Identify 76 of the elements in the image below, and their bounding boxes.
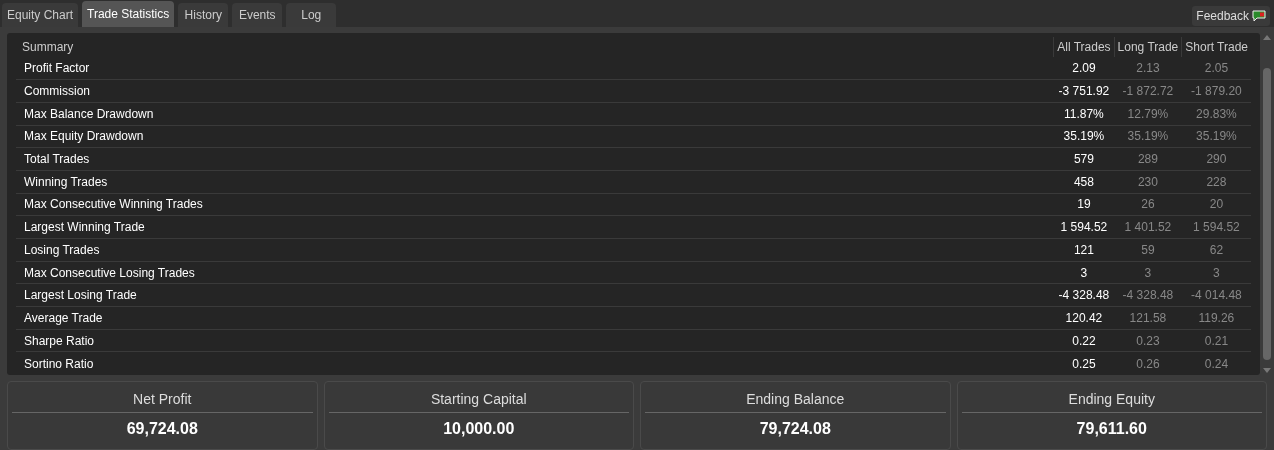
row-label: Max Consecutive Winning Trades (16, 193, 1054, 216)
scroll-up-icon[interactable] (1263, 35, 1271, 40)
table-cell: 458 (1053, 170, 1115, 194)
table-cell: 35.19% (1181, 125, 1251, 148)
table-cell: 121 (1053, 238, 1115, 262)
table-cell: 3 (1114, 261, 1182, 284)
table-cell: 1 594.52 (1053, 215, 1115, 239)
tab[interactable]: Log (286, 3, 337, 27)
tab[interactable]: History (178, 3, 229, 27)
row-label: Max Balance Drawdown (16, 102, 1054, 126)
row-label: Largest Winning Trade (16, 215, 1054, 239)
table-cell: 3 (1053, 261, 1115, 284)
column-header: Long Trade (1114, 37, 1182, 57)
tab[interactable]: Trade Statistics (82, 1, 175, 27)
table-cell: -4 328.48 (1114, 283, 1182, 307)
card-title: Ending Balance (645, 386, 946, 413)
table-cell: -1 879.20 (1181, 79, 1251, 103)
table-cell: 19 (1053, 193, 1115, 216)
table-cell: 62 (1181, 238, 1251, 262)
card-title: Ending Equity (961, 386, 1262, 413)
table-cell: 290 (1181, 147, 1251, 171)
card-value: 69,724.08 (125, 419, 199, 439)
row-label: Losing Trades (16, 238, 1054, 262)
card-title: Net Profit (12, 386, 313, 413)
card-value: 79,611.60 (1075, 419, 1148, 439)
card-value: 79,724.08 (758, 419, 832, 439)
table-cell: 119.26 (1181, 306, 1251, 330)
table-cell: 0.26 (1114, 351, 1182, 375)
row-label: Sortino Ratio (16, 351, 1054, 375)
row-label: Total Trades (16, 147, 1054, 171)
table-cell: 20 (1181, 193, 1251, 216)
tab[interactable]: Equity Chart (2, 3, 79, 27)
table-cell: 0.23 (1114, 329, 1182, 352)
column-header: Short Trade (1181, 37, 1251, 57)
table-cell: 579 (1053, 147, 1115, 171)
table-cell: 3 (1181, 261, 1251, 284)
speech-bubble-icon (1252, 9, 1266, 22)
table-cell: 35.19% (1114, 125, 1182, 148)
table-cell: -3 751.92 (1053, 79, 1115, 103)
table-cell: 26 (1114, 193, 1182, 216)
table-cell: 2.13 (1114, 57, 1182, 80)
column-header: Summary (16, 37, 1054, 57)
table-cell: 35.19% (1053, 125, 1115, 148)
tab[interactable]: Events (232, 3, 283, 27)
table-cell: 1 594.52 (1181, 215, 1251, 239)
table-cell: -4 328.48 (1053, 283, 1115, 307)
row-label: Max Consecutive Losing Trades (16, 261, 1054, 284)
table-cell: 228 (1181, 170, 1251, 194)
table-cell: 0.22 (1053, 329, 1115, 352)
row-label: Profit Factor (16, 57, 1054, 80)
table-cell: 0.21 (1181, 329, 1251, 352)
table-cell: 1 401.52 (1114, 215, 1182, 239)
row-label: Commission (16, 79, 1054, 103)
table-cell: 11.87% (1053, 102, 1115, 126)
card-value: 10,000.00 (442, 419, 516, 439)
table-cell: -4 014.48 (1181, 283, 1251, 307)
table-cell: 0.24 (1181, 351, 1251, 375)
row-label: Max Equity Drawdown (16, 125, 1054, 148)
table-cell: 289 (1114, 147, 1182, 171)
table-cell: 2.05 (1181, 57, 1251, 80)
table-cell: 2.09 (1053, 57, 1115, 80)
table-cell: 0.25 (1053, 351, 1115, 375)
table-cell: 29.83% (1181, 102, 1251, 126)
table-cell: 120.42 (1053, 306, 1115, 330)
row-label: Winning Trades (16, 170, 1054, 194)
table-cell: 230 (1114, 170, 1182, 194)
column-header: All Trades (1053, 37, 1115, 57)
card-title: Starting Capital (328, 386, 629, 413)
row-label: Sharpe Ratio (16, 329, 1054, 352)
table-cell: -1 872.72 (1114, 79, 1182, 103)
row-label: Average Trade (16, 306, 1054, 330)
table-cell: 121.58 (1114, 306, 1182, 330)
table-cell: 59 (1114, 238, 1182, 262)
feedback-button[interactable]: Feedback (1192, 5, 1270, 26)
table-cell: 12.79% (1114, 102, 1182, 126)
row-label: Largest Losing Trade (16, 283, 1054, 307)
